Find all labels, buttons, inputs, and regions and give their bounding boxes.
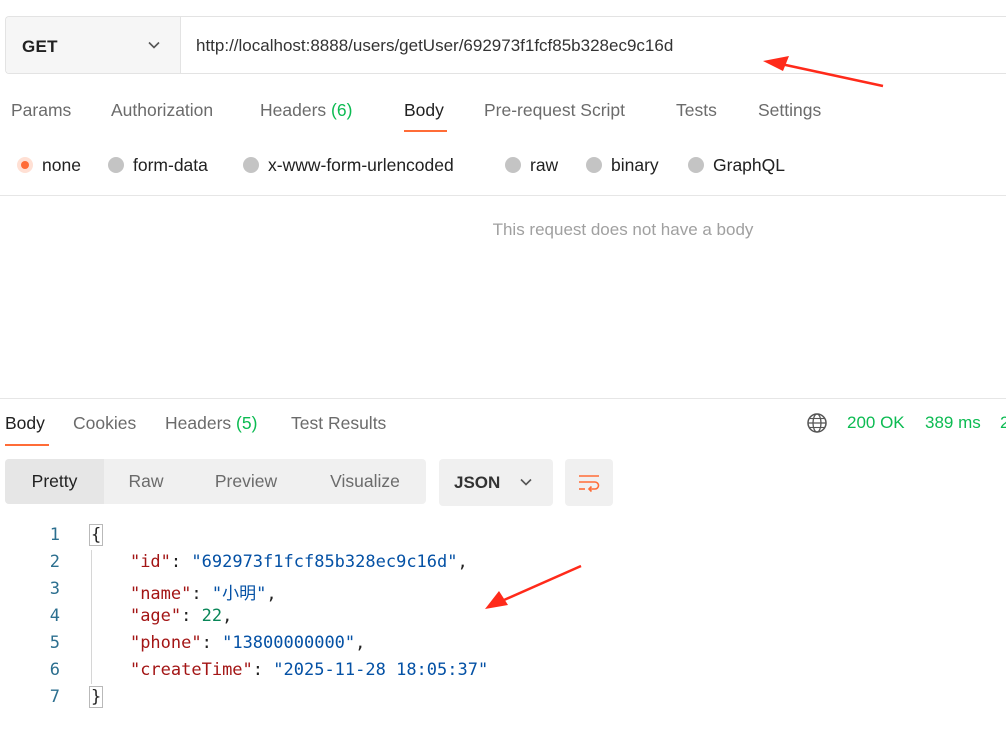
- json-key: "name": [129, 584, 192, 604]
- line-number: 5: [49, 633, 60, 653]
- code-line: "createTime": "2025-11-28 18:05:37": [129, 660, 489, 680]
- view-preview-button[interactable]: Preview: [188, 459, 304, 504]
- line-number: 6: [49, 660, 60, 680]
- view-mode-group: Pretty Raw Preview Visualize: [5, 459, 426, 504]
- code-line: "name": "小明",: [129, 584, 277, 604]
- wrap-lines-icon: [579, 475, 600, 493]
- line-number: 3: [49, 579, 60, 599]
- tab-params[interactable]: Params: [11, 100, 71, 121]
- json-separator: ,: [355, 633, 366, 653]
- tab-headers-label: Headers: [260, 100, 327, 120]
- json-value: "13800000000": [222, 633, 356, 653]
- radio-unselected-icon: [505, 157, 521, 173]
- code-line: }: [89, 686, 104, 708]
- tab-headers[interactable]: Headers (6): [260, 100, 352, 121]
- tab-pre-request-script[interactable]: Pre-request Script: [484, 100, 625, 121]
- active-tab-indicator: [5, 444, 49, 446]
- code-line: "age": 22,: [129, 606, 233, 626]
- method-select[interactable]: GET: [6, 17, 181, 73]
- radio-unselected-icon: [586, 157, 602, 173]
- radio-label: GraphQL: [713, 155, 785, 175]
- response-tab-body[interactable]: Body: [5, 413, 45, 434]
- divider: [0, 398, 1006, 399]
- response-time[interactable]: 389 ms: [925, 413, 981, 433]
- method-label: GET: [22, 37, 58, 56]
- radio-label: form-data: [133, 155, 208, 175]
- tab-tests[interactable]: Tests: [676, 100, 717, 121]
- radio-unselected-icon: [108, 157, 124, 173]
- json-key: "phone": [129, 633, 202, 653]
- line-number: 7: [49, 687, 60, 707]
- line-number: 1: [49, 525, 60, 545]
- tab-authorization[interactable]: Authorization: [111, 100, 213, 121]
- json-key: "id": [129, 552, 171, 572]
- view-pretty-button[interactable]: Pretty: [5, 459, 104, 504]
- close-brace: }: [89, 686, 104, 708]
- json-value: 22: [201, 606, 223, 626]
- wrap-lines-button[interactable]: [565, 459, 613, 506]
- format-label: JSON: [454, 473, 501, 492]
- response-tab-cookies[interactable]: Cookies: [73, 413, 136, 434]
- code-line: "id": "692973f1fcf85b328ec9c16d",: [129, 552, 468, 572]
- json-separator: ,: [222, 606, 233, 626]
- radio-label: raw: [530, 155, 559, 175]
- tab-body[interactable]: Body: [404, 100, 444, 121]
- globe-icon[interactable]: [806, 412, 828, 434]
- divider: [0, 195, 1006, 196]
- url-input[interactable]: http://localhost:8888/users/getUser/6929…: [196, 36, 673, 56]
- radio-unselected-icon: [243, 157, 259, 173]
- response-tab-headers-label: Headers: [165, 413, 232, 433]
- json-value: "2025-11-28 18:05:37": [273, 660, 489, 680]
- view-raw-button[interactable]: Raw: [104, 459, 188, 504]
- radio-label: binary: [611, 155, 659, 175]
- line-number: 2: [49, 552, 60, 572]
- tab-settings[interactable]: Settings: [758, 100, 821, 121]
- radio-unselected-icon: [688, 157, 704, 173]
- chevron-down-icon: [148, 41, 160, 49]
- headers-count-badge: (6): [331, 100, 353, 120]
- line-number: 4: [49, 606, 60, 626]
- status-badge[interactable]: 200 OK: [847, 413, 905, 433]
- json-separator: ,: [266, 584, 277, 604]
- response-headers-count-badge: (5): [236, 413, 258, 433]
- view-visualize-button[interactable]: Visualize: [304, 459, 426, 504]
- json-value: "692973f1fcf85b328ec9c16d": [191, 552, 458, 572]
- empty-body-message: This request does not have a body: [492, 220, 754, 239]
- open-brace: {: [89, 524, 104, 546]
- response-size[interactable]: 2: [1000, 413, 1006, 433]
- response-tab-test-results[interactable]: Test Results: [291, 413, 386, 434]
- json-key: "createTime": [129, 660, 253, 680]
- radio-label: none: [42, 155, 81, 175]
- active-tab-indicator: [404, 130, 447, 132]
- request-bar: GET http://localhost:8888/users/getUser/…: [5, 16, 1006, 74]
- radio-label: x-www-form-urlencoded: [268, 155, 454, 175]
- json-key: "age": [129, 606, 182, 626]
- radio-selected-icon: [17, 157, 33, 173]
- json-value: "小明": [211, 584, 267, 604]
- response-tab-headers[interactable]: Headers (5): [165, 413, 257, 434]
- annotation-arrow-icon: [485, 564, 582, 609]
- chevron-down-icon: [520, 478, 532, 486]
- code-line: {: [89, 524, 104, 546]
- code-line: "phone": "13800000000",: [129, 633, 366, 653]
- json-separator: ,: [457, 552, 468, 572]
- format-select[interactable]: JSON: [439, 459, 553, 506]
